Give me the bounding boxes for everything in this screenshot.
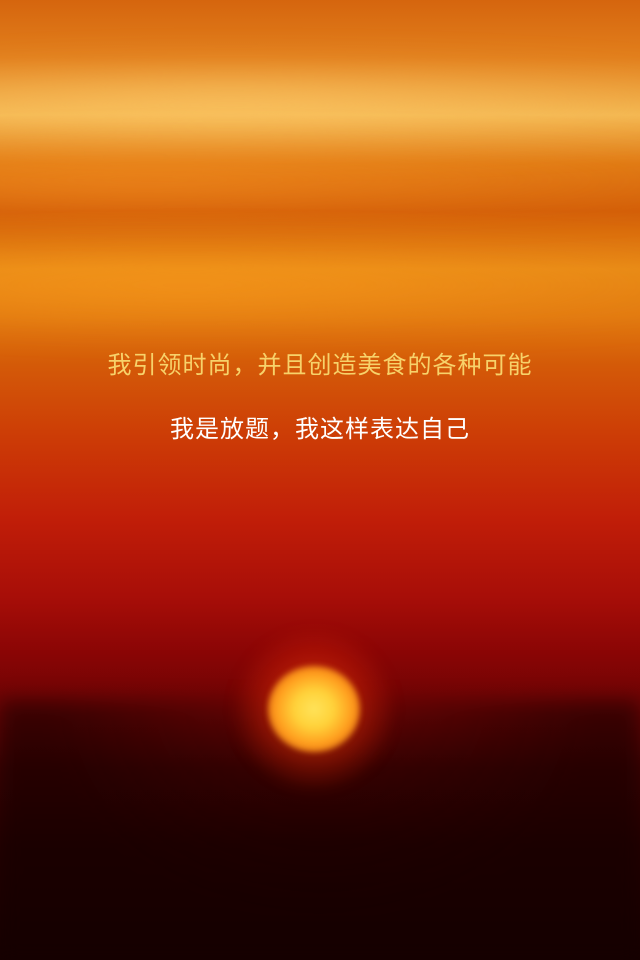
sky-cloud-band — [0, 150, 640, 210]
sky-cloud-band — [0, 250, 640, 320]
splash-headline: 我引领时尚，并且创造美食的各种可能 — [107, 351, 533, 379]
sky-cloud-band — [0, 70, 640, 140]
sun — [268, 666, 360, 752]
splash-subline: 我是放题，我这样表达自己 — [170, 415, 470, 443]
splash-screen: 我引领时尚，并且创造美食的各种可能 我是放题，我这样表达自己 — [0, 0, 640, 960]
